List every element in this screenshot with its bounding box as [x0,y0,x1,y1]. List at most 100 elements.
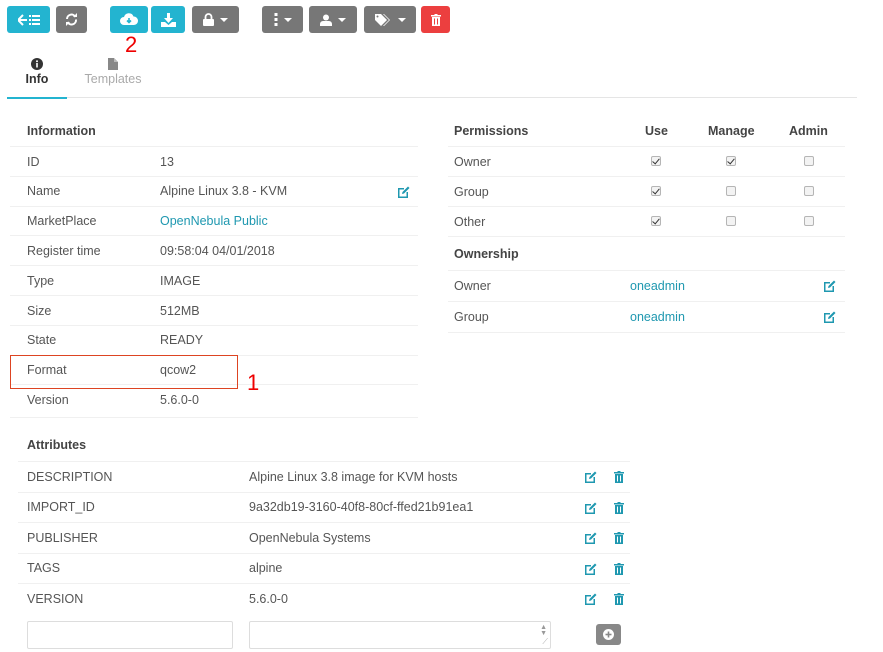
refresh-button[interactable] [56,6,87,33]
info-row-value[interactable]: OpenNebula Public [160,214,268,228]
use-checkbox[interactable] [651,216,661,226]
attributes-title: Attributes [27,438,87,452]
chevron-down-icon [283,17,292,22]
chevron-down-icon [220,17,228,22]
admin-checkbox[interactable] [804,186,814,196]
info-row-value: Alpine Linux 3.8 - KVM [160,184,288,199]
attribute-row: PUBLISHER OpenNebula Systems [18,522,630,552]
tab-bar: Info Templates [7,55,857,99]
edit-icon[interactable] [824,280,836,295]
attribute-row: TAGS alpine [18,552,630,583]
trash-icon[interactable] [614,471,624,486]
back-to-list-button[interactable] [7,6,50,33]
info-row-value: 13 [160,154,174,169]
divider [448,236,845,237]
permission-row-label: Group [454,184,489,199]
divider [10,417,418,418]
attribute-row: DESCRIPTION Alpine Linux 3.8 image for KV… [18,461,630,491]
ownership-row: Group oneadmin [448,301,845,331]
trash-icon[interactable] [614,532,624,547]
information-title: Information [27,124,96,138]
permission-row: Group [448,176,845,206]
trash-icon[interactable] [614,593,624,608]
edit-icon[interactable] [585,532,597,547]
info-row: Type IMAGE [10,265,418,295]
add-attribute-button[interactable] [596,624,621,645]
chevron-down-icon [397,17,406,22]
info-row: ID 13 [10,146,418,176]
tab-info[interactable]: Info [7,55,67,99]
edit-icon[interactable] [585,593,597,608]
ownership-row-value[interactable]: oneadmin [630,310,685,324]
attribute-row: IMPORT_ID 9a32db19-3160-40f8-80cf-ffed21b… [18,491,630,522]
admin-checkbox[interactable] [804,156,814,166]
tab-templates[interactable]: Templates [83,55,143,98]
attribute-value: Alpine Linux 3.8 image for KVM hosts [249,469,458,484]
resize-handle-icon[interactable]: ⟋ [542,637,548,647]
user-actions-button[interactable] [309,6,357,33]
info-row-value: 09:58:04 04/01/2018 [160,243,275,258]
edit-icon[interactable] [585,471,597,486]
new-attribute-key-input[interactable] [27,621,233,649]
labels-button[interactable] [364,6,416,33]
attribute-row: VERSION 5.6.0-0 [18,583,630,613]
edit-icon[interactable] [585,563,597,578]
trash-icon[interactable] [614,501,624,517]
vertical-ellipsis-icon [274,13,277,26]
tab-templates-label: Templates [84,72,142,86]
tags-icon [374,13,390,26]
more-actions-button[interactable] [262,6,303,33]
edit-icon[interactable] [824,311,836,326]
attribute-key: TAGS [27,561,61,575]
attribute-key: DESCRIPTION [27,469,113,484]
permissions-col-manage: Manage [708,124,755,138]
info-row: Name Alpine Linux 3.8 - KVM [10,175,418,206]
refresh-icon [66,13,77,26]
new-attribute-value-textarea[interactable]: ▲ ▼ ⟋ [249,621,551,649]
manage-checkbox[interactable] [726,216,736,226]
download-button[interactable] [151,6,185,33]
plus-circle-icon [603,629,614,640]
ownership-row-label: Owner [454,278,491,293]
back-list-icon [17,13,40,26]
file-icon [108,57,118,71]
edit-icon[interactable] [585,502,597,517]
admin-checkbox[interactable] [804,216,814,226]
info-row-label: MarketPlace [27,214,97,229]
permissions-title: Permissions [454,124,529,138]
info-row-label: Name [27,184,61,199]
attribute-key: VERSION [27,591,84,606]
attribute-key: IMPORT_ID [27,500,95,514]
ownership-row-value[interactable]: oneadmin [630,279,685,293]
use-checkbox[interactable] [651,156,661,166]
trash-icon[interactable] [614,562,624,578]
lock-icon [203,13,214,26]
permissions-col-admin: Admin [789,124,828,138]
info-row-label: ID [27,154,40,169]
info-row-label: Type [27,273,55,288]
annotation-marker-1: 1 [247,370,260,395]
import-button[interactable] [110,6,148,33]
info-row-label: Register time [27,243,101,258]
manage-checkbox[interactable] [726,156,736,166]
info-row-label: Size [27,303,52,318]
info-row-value: IMAGE [160,273,201,288]
permission-row-label: Owner [454,154,491,169]
edit-icon[interactable] [398,186,410,201]
delete-button[interactable] [421,6,450,33]
info-row-label: Version [27,392,69,407]
ownership-row-label: Group [454,309,489,324]
spinner-arrows-icon: ▲ ▼ [540,624,547,637]
permission-row: Other [448,206,845,236]
info-row-value: READY [160,333,204,348]
permissions-col-use: Use [645,124,668,138]
ownership-row: Owner oneadmin [448,270,845,300]
lock-dropdown-button[interactable] [192,6,239,33]
info-circle-icon [31,57,43,71]
manage-checkbox[interactable] [726,186,736,196]
attribute-value: alpine [249,561,283,575]
attribute-value: 5.6.0-0 [249,591,288,606]
use-checkbox[interactable] [651,186,661,196]
info-row-value: 5.6.0-0 [160,392,199,407]
tab-info-label: Info [25,72,49,86]
